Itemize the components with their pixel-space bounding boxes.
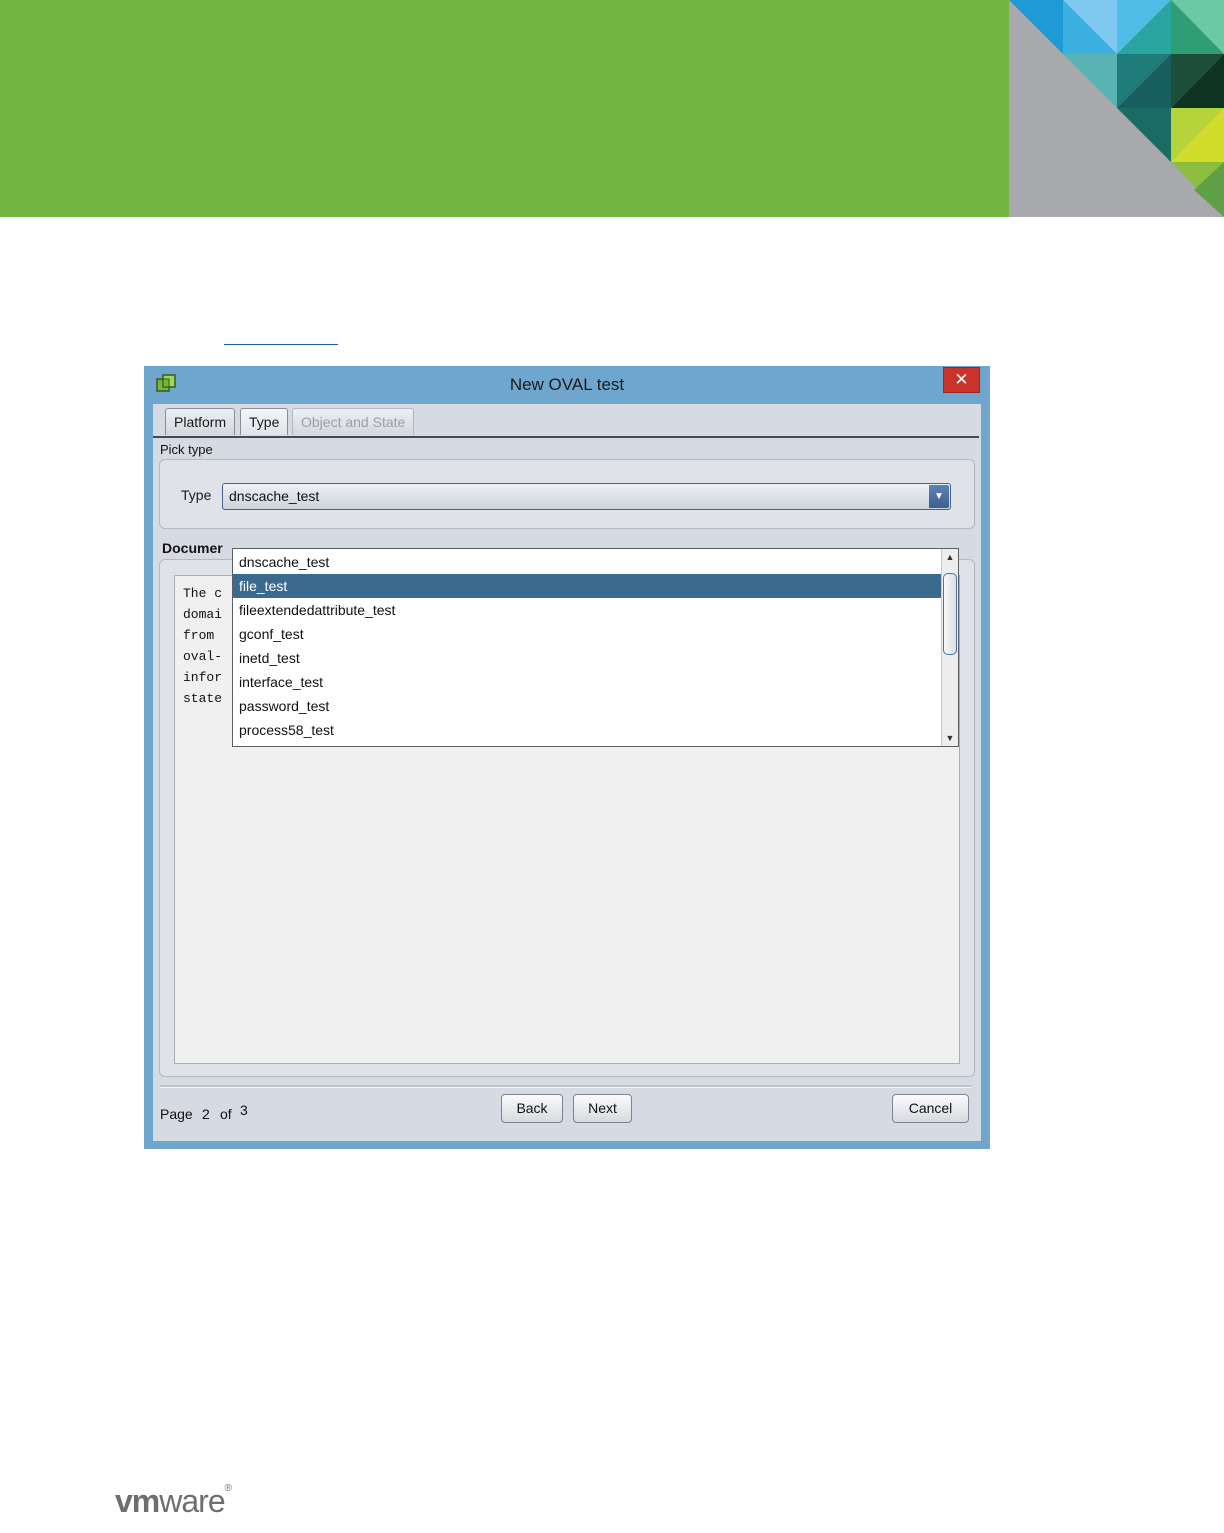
doc-line: The c — [183, 586, 223, 601]
dialog-title: New OVAL test — [509, 375, 625, 394]
header-banner — [0, 0, 1009, 217]
tab-platform[interactable]: Platform — [165, 408, 236, 435]
document-link-underline[interactable] — [224, 326, 338, 345]
dropdown-scrollbar[interactable]: ▲ ▼ — [941, 549, 958, 746]
dropdown-option[interactable]: password_test — [233, 694, 941, 718]
tab-underline — [153, 436, 979, 438]
type-label: Type — [181, 487, 212, 503]
doc-line: infor — [183, 670, 223, 685]
pager-of-word: of — [220, 1106, 232, 1122]
close-button[interactable]: ✕ — [943, 367, 980, 393]
chevron-down-icon[interactable]: ▼ — [929, 485, 949, 508]
dropdown-option-selected[interactable]: file_test — [233, 574, 941, 598]
scroll-up-icon[interactable]: ▲ — [942, 549, 958, 565]
doc-line: state — [183, 691, 223, 706]
scrollbar-thumb[interactable] — [943, 573, 957, 655]
header-triangle-art — [1009, 0, 1224, 217]
tab-object-and-state[interactable]: Object and State — [292, 408, 415, 435]
dialog-content: Platform Type Object and State Pick type… — [153, 404, 981, 1141]
title-bar[interactable]: New OVAL test ✕ — [144, 366, 990, 404]
dropdown-option[interactable]: dnscache_test — [233, 550, 941, 574]
pager-page-word: Page — [160, 1106, 193, 1122]
doc-line: oval- — [183, 649, 223, 664]
doc-line: from — [183, 628, 215, 643]
scroll-down-icon[interactable]: ▼ — [942, 730, 958, 746]
dropdown-option[interactable]: gconf_test — [233, 622, 941, 646]
pager-total-pages: 3 — [240, 1102, 248, 1118]
back-button[interactable]: Back — [501, 1094, 563, 1123]
dropdown-option[interactable]: process58_test — [233, 718, 941, 742]
next-button[interactable]: Next — [573, 1094, 632, 1123]
logo-registered-mark: ® — [224, 1483, 232, 1494]
vmware-logo: vmware® — [115, 1483, 232, 1520]
dropdown-option[interactable]: inetd_test — [233, 646, 941, 670]
pager-current-page: 2 — [202, 1106, 210, 1122]
dropdown-option[interactable]: fileextendedattribute_test — [233, 598, 941, 622]
type-dropdown-list[interactable]: dnscache_test file_test fileextendedattr… — [232, 548, 959, 747]
footer-separator — [160, 1085, 972, 1088]
pick-type-label: Pick type — [160, 442, 213, 457]
logo-vm: vm — [115, 1483, 160, 1519]
tab-type[interactable]: Type — [240, 408, 289, 435]
dropdown-option[interactable]: interface_test — [233, 670, 941, 694]
new-oval-test-dialog: New OVAL test ✕ Platform Type Object and… — [144, 366, 990, 1149]
type-combobox-value: dnscache_test — [229, 488, 320, 504]
documentation-label: Documer — [162, 540, 223, 556]
cancel-button[interactable]: Cancel — [892, 1094, 969, 1123]
logo-ware: ware — [159, 1483, 225, 1519]
doc-line: domai — [183, 607, 223, 622]
type-combobox[interactable]: dnscache_test ▼ — [222, 483, 951, 510]
